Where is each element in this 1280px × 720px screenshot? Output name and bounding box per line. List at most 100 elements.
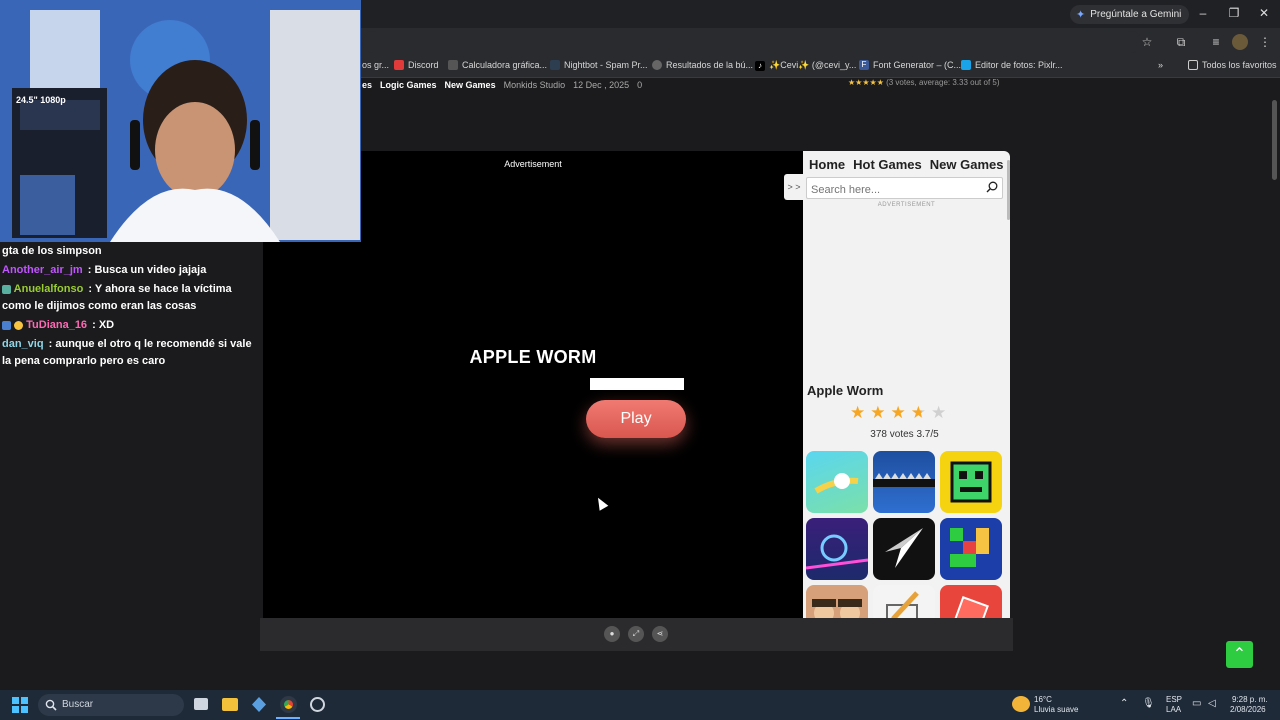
menu-kebab-icon[interactable]: ⋮ <box>1257 34 1273 50</box>
sidebar-advertisement-label: ADVERTISEMENT <box>877 202 936 208</box>
address-bar[interactable] <box>362 31 1142 53</box>
restore-button[interactable]: ❐ <box>1226 6 1242 20</box>
microphone-icon[interactable]: 🎙 <box>1142 699 1155 709</box>
nav-new-games[interactable]: New Games <box>930 157 1004 172</box>
obs-icon[interactable] <box>310 697 325 712</box>
star-icon[interactable]: ★ <box>870 404 885 421</box>
scroll-to-top-button[interactable]: ⌃ <box>1226 641 1253 668</box>
sidebar-nav: Home Hot Games New Games <box>809 157 1003 172</box>
network-icon[interactable]: ▭ <box>1192 699 1201 709</box>
bookmark-item[interactable]: Calculadora gráfica... <box>448 60 547 70</box>
minimize-button[interactable]: – <box>1195 6 1211 20</box>
bookmark-label: Calculadora gráfica... <box>462 60 548 70</box>
related-games-grid <box>806 451 1007 618</box>
app-icon[interactable] <box>252 697 266 712</box>
lightbulb-icon[interactable]: ● <box>604 626 620 642</box>
taskbar-search-label: Buscar <box>62 699 94 710</box>
file-explorer-icon[interactable] <box>222 698 238 711</box>
search-icon[interactable] <box>986 181 998 193</box>
clock-time[interactable]: 9:28 p. m. <box>1232 695 1268 705</box>
sidebar-scrollbar[interactable] <box>1007 160 1010 220</box>
calculator-icon <box>448 60 458 70</box>
weather-temp[interactable]: 16°C <box>1034 695 1052 705</box>
chat-message: Another_air_jm : Busca un video jajaja <box>0 261 260 280</box>
star-icon[interactable]: ★ <box>931 404 946 421</box>
bookmark-label: Discord <box>408 60 439 70</box>
game-controls-bar: ● ⤢ ⋖ <box>260 618 1013 651</box>
tiktok-icon: ♪ <box>755 60 765 71</box>
game-meta-row: es Logic Games New Games Monkids Studio … <box>362 78 642 92</box>
chevron-right-icon: » <box>1158 60 1164 70</box>
moderator-badge-icon <box>2 320 11 330</box>
play-button[interactable]: Play <box>586 400 686 438</box>
sidebar-toggle-button[interactable]: > > <box>784 174 804 200</box>
rating-stars[interactable]: ★ ★ ★ ★ ★ <box>850 404 946 421</box>
bookmark-item[interactable]: Editor de fotos: Pixlr... <box>961 60 1063 70</box>
pencil-icon <box>886 591 919 618</box>
meta-rating: ★★★★★ (3 votes, average: 3.33 out of 5) <box>848 78 1000 87</box>
clock-date[interactable]: 2/08/2026 <box>1230 705 1266 715</box>
search-input[interactable] <box>806 177 1003 199</box>
star-icon[interactable]: ★ <box>850 404 865 421</box>
bookmark-item[interactable]: Nightbot - Spam Pr... <box>550 60 648 70</box>
chat-message: TuDiana_16 : XD <box>0 316 260 335</box>
bookmark-item[interactable]: Discord <box>394 60 439 70</box>
nav-link-new-games[interactable]: New Games <box>445 80 496 90</box>
thumb-arrow-game[interactable] <box>873 518 935 580</box>
thumb-draw-game[interactable] <box>873 585 935 618</box>
webcam-overlay: 24.5" 1080p <box>0 0 361 242</box>
stream-chat: gta de los simpson Another_air_jm : Busc… <box>0 242 260 402</box>
nav-link-logic-games[interactable]: Logic Games <box>380 80 437 90</box>
cube-icon <box>953 596 989 618</box>
thumb-neon-ball[interactable] <box>806 518 868 580</box>
profile-avatar[interactable] <box>1232 34 1248 50</box>
bookmark-item[interactable]: ♪ ✨Cevi✨ (@cevi_y... <box>755 60 856 71</box>
thumb-geometry-dash[interactable] <box>940 451 1002 513</box>
weather-icon[interactable] <box>1012 696 1030 712</box>
nightbot-icon <box>550 60 560 70</box>
star-icon[interactable]: ★ <box>911 404 926 421</box>
nav-link[interactable]: es <box>362 80 372 90</box>
thumb-2048-cube[interactable] <box>940 585 1002 618</box>
page-scrollbar[interactable] <box>1272 100 1277 180</box>
windows-start-icon[interactable] <box>12 697 28 713</box>
close-window-button[interactable]: ✕ <box>1256 6 1272 20</box>
star-icon[interactable]: ★ <box>891 404 906 421</box>
bookmark-item[interactable]: F Font Generator – (C... <box>859 60 961 70</box>
chat-username: Anuelalfonso <box>13 283 84 295</box>
media-control-icon[interactable]: ≡ <box>1208 34 1224 50</box>
webcam-scene <box>0 0 361 242</box>
share-icon[interactable]: ⋖ <box>652 626 668 642</box>
fullscreen-icon[interactable]: ⤢ <box>628 626 644 642</box>
bookmarks-overflow-button[interactable]: » <box>1158 60 1163 70</box>
loading-bar <box>590 378 684 390</box>
all-favorites-button[interactable]: Todos los favoritos <box>1188 60 1277 70</box>
thumb-ball-game[interactable] <box>806 451 868 513</box>
discord-icon <box>394 60 404 70</box>
chrome-icon[interactable] <box>280 696 297 713</box>
rating-summary: (3 votes, average: 3.33 out of 5) <box>886 78 1000 87</box>
tray-chevron-up-icon[interactable]: ⌃ <box>1120 699 1128 709</box>
active-app-indicator <box>276 717 300 719</box>
weather-desc[interactable]: Lluvia suave <box>1034 705 1078 715</box>
publish-date: 12 Dec , 2025 <box>573 80 630 90</box>
bookmark-star-icon[interactable]: ☆ <box>1139 34 1155 50</box>
extensions-icon[interactable]: ⧉ <box>1173 34 1189 50</box>
thumb-people-game[interactable] <box>806 585 868 618</box>
sub-badge-icon <box>14 320 24 330</box>
lang-top[interactable]: ESP <box>1166 695 1182 705</box>
taskbar-search[interactable]: Buscar <box>38 694 184 716</box>
studio-name[interactable]: Monkids Studio <box>504 80 566 90</box>
arrow-icon <box>885 528 923 568</box>
nav-hot-games[interactable]: Hot Games <box>853 157 922 172</box>
bookmark-item[interactable]: Resultados de la bú... <box>652 60 753 70</box>
nav-home[interactable]: Home <box>809 157 845 172</box>
lang-bottom[interactable]: LAA <box>1166 705 1181 715</box>
thumb-block-puzzle[interactable] <box>940 518 1002 580</box>
volume-icon[interactable]: ◁ <box>1208 699 1216 709</box>
chat-message: dan_viq : aunque el otro q le recomendé … <box>0 335 260 371</box>
bookmark-item[interactable]: os gr... <box>362 60 389 70</box>
thumb-snake-game[interactable] <box>873 451 935 513</box>
task-view-icon[interactable] <box>194 698 208 710</box>
ask-gemini-button[interactable]: ✦ Pregúntale a Gemini <box>1070 5 1190 24</box>
